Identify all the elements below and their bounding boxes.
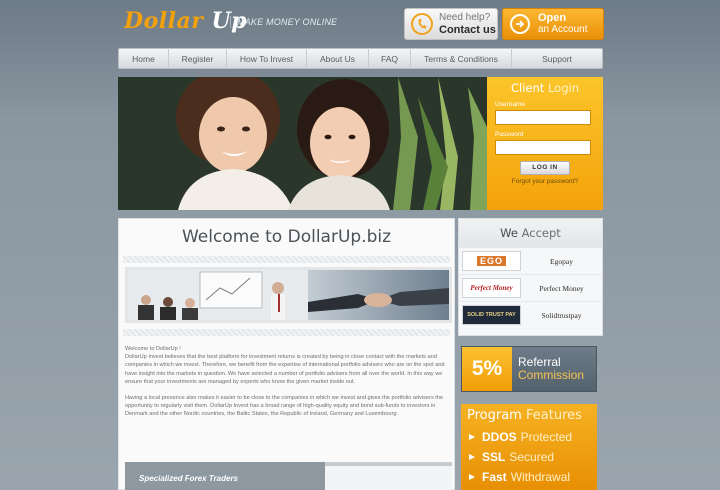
paragraph-text: DollarUp Invest believes that the best p… [125,354,445,385]
features-title-features: Features [526,408,582,423]
nav-faq[interactable]: FAQ [369,48,411,69]
feature-item: SSL Secured [467,447,591,467]
program-features-panel: Program Features DDOS Protected SSL Secu… [461,404,597,490]
password-field[interactable] [495,140,591,155]
feature-value: Withdrawal [510,470,571,484]
referral-commission-banner[interactable]: 5% Referral Commission [461,346,597,392]
password-label: Password [495,131,524,138]
greeting-text: Welcome to DollarUp ! [125,346,181,352]
open-account-button[interactable]: Open an Account [502,8,604,40]
feature-item: DDOS Protected [467,427,591,447]
nav-support[interactable]: Support [512,48,602,69]
client-login-panel: Client Login Username Password LOG IN Fo… [487,77,603,210]
login-button[interactable]: LOG IN [520,161,570,175]
feature-value: Secured [509,450,555,464]
nav-home[interactable]: Home [119,48,169,69]
feature-key: DDOS [482,430,517,444]
nav-terms[interactable]: Terms & Conditions [411,48,512,69]
payment-row-solidtrustpay[interactable]: SOLID TRUST PAY Solidtrustpay [459,301,602,328]
divider [123,329,450,336]
login-title-login: Login [547,81,579,95]
perfect-money-name: Perfect Money [539,283,584,293]
nav-about-us[interactable]: About Us [307,48,369,69]
arrow-right-icon [510,14,530,34]
contact-us-button[interactable]: Need help? Contact us [404,8,498,40]
we-accept-word-accept: Accept [521,226,561,240]
contact-label: Contact us [439,24,496,36]
solidtrustpay-logo: SOLID TRUST PAY [462,305,521,325]
arrow-icon [467,473,476,482]
arrow-icon [467,433,476,442]
we-accept-title: We Accept [459,219,602,247]
intro-text: Welcome to DollarUp ! DollarUp Invest bel… [125,345,452,427]
payment-row-perfect-money[interactable]: Perfect Money Perfect Money [459,274,602,301]
solidtrustpay-name: Solidtrustpay [541,310,582,320]
page-title: Welcome to DollarUp.biz [181,227,392,247]
feature-item: Fast Withdrawal [467,467,591,487]
feature-key: SSL [482,450,506,464]
divider [123,256,450,263]
username-label: Username [495,101,525,108]
egopay-logo: EGO [462,251,521,271]
hero-image [118,77,487,210]
username-field[interactable] [495,110,591,125]
features-title: Program Features [467,408,591,423]
logo-word-dollar: Dollar [124,8,204,34]
login-title-client: Client [511,81,545,95]
paragraph-text: Having a local presence also makes it ea… [125,395,444,418]
open-label: Open [538,12,567,24]
features-title-program: Program [467,408,522,423]
perfect-money-logo: Perfect Money [462,278,521,298]
feature-value: Protected [520,430,573,444]
help-label: Need help? [439,12,491,23]
business-banner-image [125,267,452,323]
site-logo[interactable]: Dollar Up [124,8,247,38]
feature-key: Fast [482,470,507,484]
egopay-name: Egopay [550,256,573,266]
we-accept-word-we: We [500,226,518,240]
payment-row-egopay[interactable]: EGO Egopay [459,247,602,274]
arrow-icon [467,453,476,462]
account-label: an Account [538,24,588,35]
phone-icon [411,13,433,35]
forgot-password-link[interactable]: Forgot your password? [495,178,595,185]
nav-register[interactable]: Register [169,48,227,69]
welcome-panel: Welcome to DollarUp.biz Welcome to Dolla… [118,218,455,490]
forex-banner-caption: Specialized Forex Traders [139,474,239,483]
login-title: Client Login [495,81,595,95]
site-tagline: MAKE MONEY ONLINE [230,16,337,28]
payment-methods-panel: We Accept EGO Egopay Perfect Money Perfe… [458,218,603,336]
nav-how-to-invest[interactable]: How To Invest [227,48,307,69]
forex-banner-image: Specialized Forex Traders [125,462,452,490]
commission-label: Commission [518,368,585,382]
referral-percent: 5% [462,347,512,391]
main-nav: Home Register How To Invest About Us FAQ… [118,48,603,69]
